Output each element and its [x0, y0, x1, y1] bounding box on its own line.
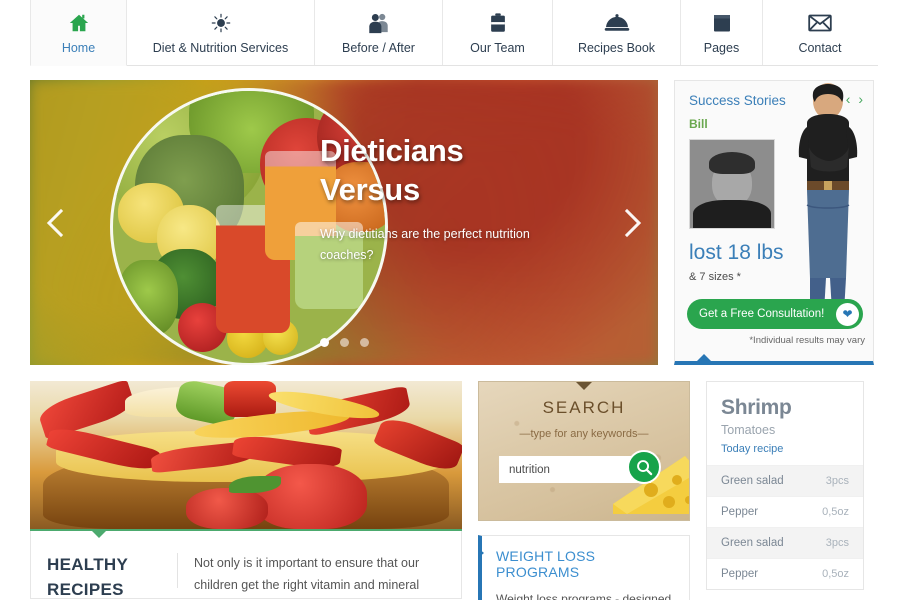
nav-label-diet-nutrition-services: Diet & Nutrition Services [152, 41, 289, 55]
nav-label-pages: Pages [703, 41, 740, 55]
nav-item-recipes-book[interactable]: Recipes Book [553, 0, 681, 65]
home-icon [68, 8, 90, 38]
recipe-header: Shrimp Tomatoes Today recipe [707, 382, 863, 465]
success-stories-title: Success Stories [689, 93, 786, 108]
middle-column: SEARCH —type for any keywords— WEIGHT [478, 381, 690, 600]
weight-loss-programs-card[interactable]: WEIGHT LOSS PROGRAMS Weight loss program… [478, 535, 690, 600]
nav-item-home[interactable]: Home [30, 0, 127, 66]
nav-item-our-team[interactable]: Our Team [443, 0, 553, 65]
stories-notch [697, 354, 711, 361]
ingredient-amount: 3pcs [825, 475, 849, 487]
search-widget: SEARCH —type for any keywords— [478, 381, 690, 521]
search-icon [636, 459, 652, 475]
main-navigation: Home Diet & Nutrition Services Before / … [30, 0, 878, 66]
cloche-icon [604, 8, 630, 38]
ingredient-amount: 3pcs [825, 537, 849, 549]
results-disclaimer: *Individual results may vary [749, 335, 865, 346]
hero-pagination-dots [30, 338, 658, 347]
recipe-title: Shrimp [721, 396, 792, 419]
hero-dot-2[interactable] [339, 338, 349, 347]
search-button[interactable] [627, 450, 661, 484]
hero-title-line2: Versus [320, 171, 420, 207]
sun-icon [210, 8, 232, 38]
ingredient-name: Pepper [721, 568, 759, 580]
strawberry-tart-photo [30, 381, 462, 529]
healthy-recipes-card: HEALTHY RECIPES Not only is it important… [30, 530, 462, 600]
heart-icon: ❤ [836, 302, 859, 326]
nav-item-contact[interactable]: Contact [763, 0, 877, 65]
recipe-ingredient-row: Pepper 0,5oz [707, 496, 863, 527]
recipe-ingredient-row: Green salad 3pcs [707, 465, 863, 496]
nav-item-diet-nutrition-services[interactable]: Diet & Nutrition Services [127, 0, 315, 65]
success-stories-nav-arrows-icon[interactable]: ‹ › [846, 91, 865, 107]
ingredient-amount: 0,5oz [822, 568, 849, 580]
recipe-subtitle: Tomatoes [721, 423, 776, 437]
search-hint: —type for any keywords— [519, 428, 649, 440]
success-story-thumbnail [689, 139, 775, 229]
success-story-person-name: Bill [689, 117, 708, 131]
success-stories-widget: Success Stories Bill ‹ › lost 18 lbs & 7… [674, 80, 874, 365]
weight-loss-title: WEIGHT LOSS PROGRAMS [496, 548, 596, 580]
recipe-ingredient-row: Green salad 3pcs [707, 527, 863, 558]
bottom-row: HEALTHY RECIPES Not only is it important… [30, 381, 878, 600]
nav-label-recipes-book: Recipes Book [577, 41, 656, 55]
search-notch [575, 382, 593, 390]
ingredient-name: Green salad [721, 537, 784, 549]
weight-loss-notch [478, 548, 484, 558]
hero-prev-arrow-icon[interactable] [44, 200, 78, 246]
hero-next-arrow-icon[interactable] [610, 200, 644, 246]
hero-title-line1: Dieticians [320, 133, 464, 168]
search-title: SEARCH [542, 398, 626, 417]
envelope-icon [808, 8, 832, 38]
nav-item-before-after[interactable]: Before / After [315, 0, 443, 65]
recipe-ingredient-row: Pepper 0,5oz [707, 558, 863, 589]
folder-icon [712, 8, 732, 38]
recipe-card: Shrimp Tomatoes Today recipe Green salad… [706, 381, 864, 590]
healthy-recipes-heading: HEALTHY RECIPES [47, 555, 128, 599]
nav-item-pages[interactable]: Pages [681, 0, 763, 65]
healthy-recipes-column: HEALTHY RECIPES Not only is it important… [30, 381, 462, 600]
nav-label-our-team: Our Team [470, 41, 525, 55]
ingredient-amount: 0,5oz [822, 506, 849, 518]
ingredient-name: Green salad [721, 475, 784, 487]
cta-label: Get a Free Consultation! [699, 308, 825, 320]
hero-dot-1[interactable] [319, 338, 329, 347]
recipe-column: Shrimp Tomatoes Today recipe Green salad… [706, 381, 864, 600]
hero-dot-3[interactable] [359, 338, 369, 347]
nav-label-home: Home [61, 41, 96, 55]
hero-slider: Dieticians Versus Why dietitians are the… [30, 80, 658, 365]
nav-label-before-after: Before / After [342, 41, 415, 55]
top-row: Dieticians Versus Why dietitians are the… [30, 80, 878, 365]
success-story-sizes: & 7 sizes * [689, 271, 741, 283]
get-free-consultation-button[interactable]: Get a Free Consultation! ❤ [687, 299, 863, 329]
healthy-recipes-text: Not only is it important to ensure that … [177, 553, 445, 600]
nav-label-contact: Contact [798, 41, 842, 55]
weight-loss-text: Weight loss programs - designed with you… [496, 592, 672, 600]
briefcase-icon [488, 8, 508, 38]
today-recipe-link[interactable]: Today recipe [721, 443, 849, 455]
success-story-result: lost 18 lbs [689, 241, 784, 264]
people-icon [367, 8, 391, 38]
hero-text-block: Dieticians Versus Why dietitians are the… [320, 132, 620, 267]
food-card-notch [91, 530, 107, 538]
healthy-recipes-image [30, 381, 462, 531]
hero-subtitle: Why dietitians are the perfect nutrition… [320, 226, 530, 263]
ingredient-name: Pepper [721, 506, 759, 518]
